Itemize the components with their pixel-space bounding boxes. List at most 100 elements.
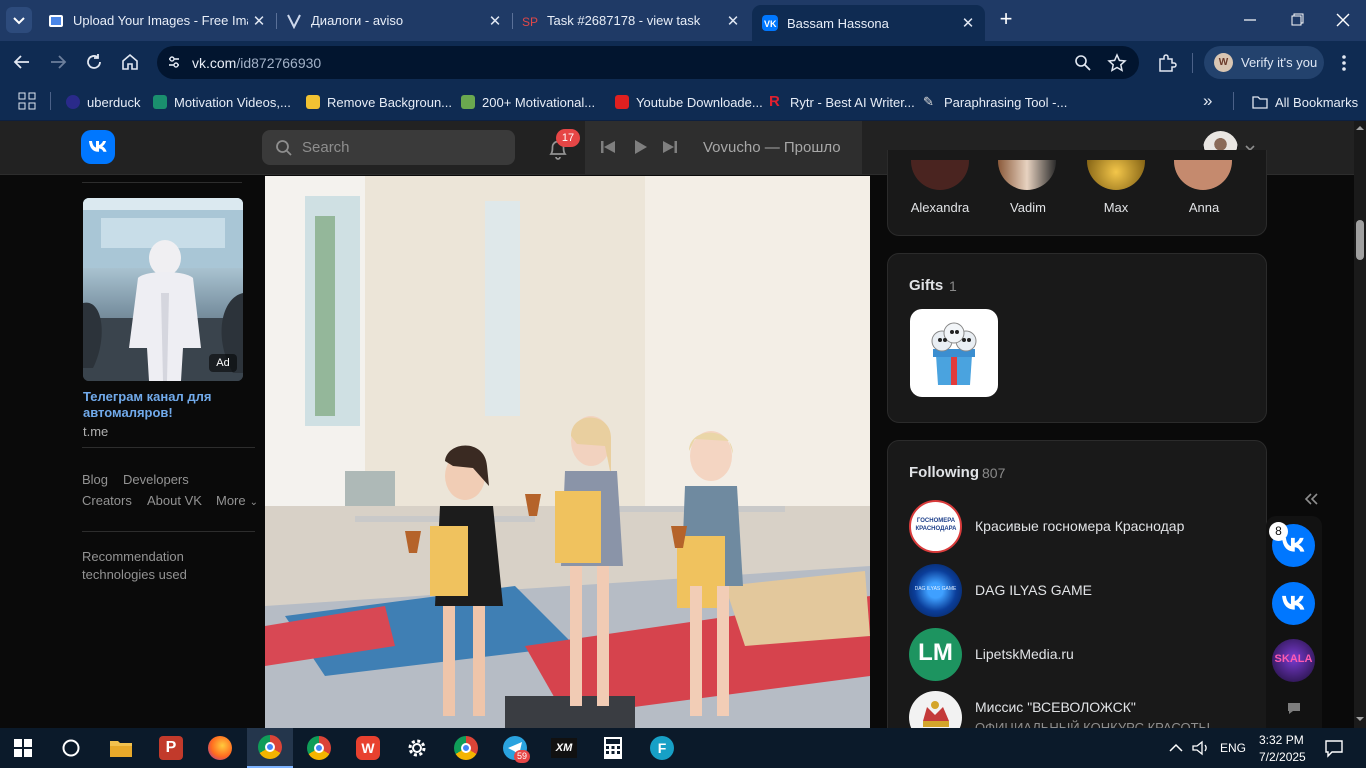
community-avatar[interactable]: DAG ILYAS GAME	[909, 564, 962, 617]
f-app-icon: F	[650, 736, 674, 760]
vk-logo[interactable]	[81, 130, 115, 164]
player-track-title[interactable]: Vovucho — Прошло	[703, 139, 841, 156]
minimize-icon	[1244, 19, 1256, 21]
verify-label: Verify it's you	[1241, 55, 1318, 70]
scroll-down-icon[interactable]	[1354, 713, 1366, 725]
ad-domain[interactable]: t.me	[83, 424, 108, 439]
bookmark-item[interactable]: Motivation Videos,...	[153, 92, 291, 112]
vk-search-box[interactable]: Search	[262, 130, 515, 165]
volume-icon[interactable]	[1191, 739, 1211, 757]
community-avatar[interactable]: LM	[909, 628, 962, 681]
clock-date[interactable]: 7/2/2025	[1259, 750, 1306, 764]
restore-button[interactable]	[1285, 8, 1309, 32]
forward-button[interactable]	[46, 50, 70, 74]
clock-time[interactable]: 3:32 PM	[1259, 733, 1304, 747]
browser-tab[interactable]: SP Task #2687178 - view task ✕	[506, 0, 750, 41]
ad-title[interactable]: Телеграм канал для автомаляров!	[83, 389, 243, 421]
url-path: /id872766930	[236, 55, 322, 71]
following-title[interactable]: Following	[909, 464, 979, 481]
community-name[interactable]: DAG ILYAS GAME	[975, 582, 1092, 598]
wps-button[interactable]: W	[345, 728, 391, 768]
chrome-menu-button[interactable]	[1334, 52, 1354, 74]
scroll-up-icon[interactable]	[1354, 122, 1366, 134]
toolbar-divider	[1192, 53, 1193, 73]
new-tab-button[interactable]: +	[994, 8, 1018, 32]
footer-link-more[interactable]: More ⌄	[216, 493, 258, 508]
community-avatar[interactable]: ГОСНОМЕРА КРАСНОДАРА	[909, 500, 962, 553]
friend-name[interactable]: Anna	[1164, 200, 1244, 215]
show-hidden-icons[interactable]	[1168, 741, 1184, 755]
home-button[interactable]	[118, 50, 142, 74]
next-track-icon[interactable]	[661, 138, 679, 156]
firefox-button[interactable]	[197, 728, 243, 768]
bookmark-item[interactable]: R Rytr - Best AI Writer...	[769, 92, 915, 112]
xm-button[interactable]: XM	[541, 728, 587, 768]
close-tab-icon[interactable]: ✕	[248, 12, 270, 30]
extensions-button[interactable]	[1156, 52, 1178, 74]
app-p-button[interactable]: Р	[148, 728, 194, 768]
search-taskbar-button[interactable]	[48, 728, 94, 768]
start-button[interactable]	[0, 728, 46, 768]
chat-bubble-icon[interactable]	[1285, 699, 1303, 717]
footer-link-blog[interactable]: Blog	[82, 472, 108, 487]
file-explorer-button[interactable]	[98, 728, 144, 768]
vk-chat-shortcut[interactable]	[1272, 582, 1315, 625]
footer-link-creators[interactable]: Creators	[82, 493, 132, 508]
skala-chat-shortcut[interactable]: SKALA	[1272, 639, 1315, 682]
gifts-title[interactable]: Gifts	[909, 277, 943, 294]
settings-button[interactable]	[394, 728, 440, 768]
recommendation-link[interactable]: Recommendation technologies used	[82, 548, 232, 584]
address-bar[interactable]: vk.com/id872766930	[157, 46, 1139, 79]
community-name[interactable]: Миссис "ВСЕВОЛОЖСК"	[975, 699, 1136, 715]
minimize-button[interactable]	[1238, 8, 1262, 32]
more-bookmarks-button[interactable]: »	[1203, 91, 1212, 111]
bookmark-item[interactable]: Youtube Downloade...	[615, 92, 763, 112]
app-f-button[interactable]: F	[639, 728, 685, 768]
community-name[interactable]: LipetskMedia.ru	[975, 646, 1074, 662]
back-button[interactable]	[10, 50, 34, 74]
footer-link-developers[interactable]: Developers	[123, 472, 189, 487]
all-bookmarks-button[interactable]: All Bookmarks	[1252, 92, 1358, 112]
collapse-rail-icon[interactable]	[1301, 490, 1321, 508]
language-indicator[interactable]: ENG	[1220, 741, 1246, 755]
uberduck-icon	[66, 95, 80, 109]
friend-name[interactable]: Vadim	[988, 200, 1068, 215]
previous-track-icon[interactable]	[599, 138, 617, 156]
chrome-active-button[interactable]	[247, 728, 293, 768]
tab-search-button[interactable]	[6, 7, 32, 33]
community-name[interactable]: Красивые госномера Краснодар	[975, 518, 1184, 534]
bookmark-item[interactable]: 200+ Motivational...	[461, 92, 595, 112]
post-photo[interactable]	[265, 176, 870, 728]
close-tab-icon[interactable]: ✕	[957, 14, 979, 32]
footer-link-about[interactable]: About VK	[147, 493, 202, 508]
reload-button[interactable]	[82, 50, 106, 74]
close-window-button[interactable]	[1331, 8, 1355, 32]
friend-name[interactable]: Alexandra	[900, 200, 980, 215]
firefox-icon	[208, 736, 232, 760]
bookmarks-divider	[50, 92, 51, 110]
close-tab-icon[interactable]: ✕	[722, 12, 744, 30]
notification-center-icon[interactable]	[1324, 738, 1344, 758]
gift-item[interactable]	[910, 309, 998, 397]
zoom-icon[interactable]	[1074, 54, 1092, 72]
verify-profile-button[interactable]: W Verify it's you	[1204, 46, 1324, 79]
friend-name[interactable]: Max	[1076, 200, 1156, 215]
telegram-button[interactable]	[492, 728, 538, 768]
bookmark-item[interactable]: ✎ Paraphrasing Tool -...	[923, 92, 1067, 112]
play-icon[interactable]	[631, 138, 649, 156]
scrollbar-thumb[interactable]	[1356, 220, 1364, 260]
bookmark-item[interactable]: uberduck	[66, 92, 140, 112]
bookmark-item[interactable]: Remove Backgroun...	[306, 92, 452, 112]
close-tab-icon[interactable]: ✕	[484, 12, 506, 30]
chrome-profile-button[interactable]	[443, 728, 489, 768]
browser-tab[interactable]: Upload Your Images - Free Imag ✕	[32, 0, 276, 41]
bookmark-star-icon[interactable]	[1107, 53, 1127, 73]
chrome-icon	[307, 736, 331, 760]
site-info-icon[interactable]	[166, 54, 182, 70]
chrome-button[interactable]	[296, 728, 342, 768]
browser-tab[interactable]: Диалоги - aviso ✕	[270, 0, 512, 41]
page-scrollbar[interactable]	[1354, 121, 1366, 728]
apps-button[interactable]	[18, 92, 36, 110]
calculator-button[interactable]	[590, 728, 636, 768]
browser-tab-active[interactable]: VK Bassam Hassona ✕	[752, 5, 985, 41]
